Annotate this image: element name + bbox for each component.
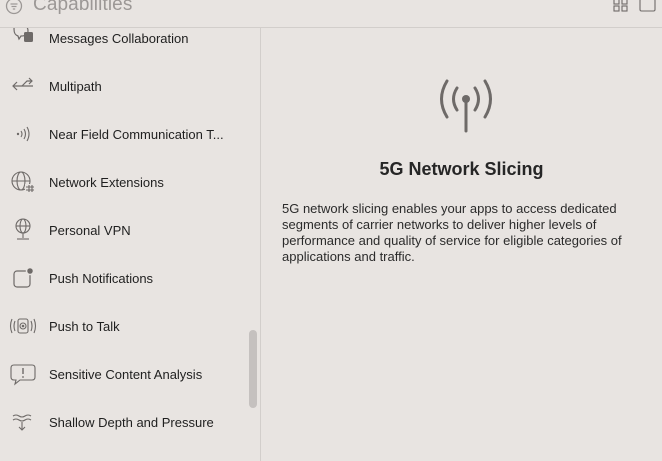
push-notifications-icon bbox=[13, 266, 35, 288]
sidebar-scrollbar-thumb[interactable] bbox=[249, 330, 257, 408]
sidebar-item-sensitive-content-analysis[interactable]: Sensitive Content Analysis bbox=[0, 350, 246, 398]
sidebar-item-label: Shallow Depth and Pressure bbox=[49, 414, 214, 430]
capability-description: 5G network slicing enables your apps to … bbox=[282, 201, 622, 264]
push-to-talk-icon bbox=[9, 318, 37, 334]
sidebar-item-network-extensions[interactable]: Network Extensions bbox=[0, 158, 246, 206]
sidebar-item-shallow-depth-pressure[interactable]: Shallow Depth and Pressure bbox=[0, 398, 246, 446]
sidebar-item-messages-collaboration[interactable]: Messages Collaboration bbox=[0, 28, 246, 62]
sidebar-item-push-notifications[interactable]: Push Notifications bbox=[0, 254, 246, 302]
grid-view-icon[interactable] bbox=[613, 0, 628, 12]
page-title: Capabilities bbox=[33, 0, 133, 15]
messages-collaboration-icon bbox=[13, 28, 33, 42]
sidebar-item-label: Near Field Communication T... bbox=[49, 126, 224, 142]
sidebar-item-label: Push Notifications bbox=[49, 270, 154, 286]
capability-title: 5G Network Slicing bbox=[379, 159, 544, 179]
sensitive-content-analysis-icon bbox=[10, 364, 36, 386]
sidebar-item-push-to-talk[interactable]: Push to Talk bbox=[0, 302, 246, 350]
network-extensions-icon bbox=[11, 171, 35, 192]
sidebar-item-personal-vpn[interactable]: Personal VPN bbox=[0, 206, 246, 254]
sidebar-item-label: Sensitive Content Analysis bbox=[49, 366, 203, 382]
antenna-icon bbox=[440, 79, 492, 133]
multipath-icon bbox=[12, 77, 33, 91]
sidebar-item-label: Personal VPN bbox=[49, 222, 131, 238]
sidebar-item-multipath[interactable]: Multipath bbox=[0, 62, 246, 110]
nfc-icon bbox=[16, 126, 30, 142]
sidebar-item-label: Push to Talk bbox=[49, 318, 120, 334]
window-layout-icon[interactable] bbox=[639, 0, 656, 12]
shallow-depth-pressure-icon bbox=[12, 414, 32, 431]
sidebar-item-label: Messages Collaboration bbox=[49, 30, 189, 46]
personal-vpn-icon bbox=[15, 218, 31, 240]
sidebar-item-label: Multipath bbox=[49, 78, 102, 94]
capabilities-sidebar: Messages Collaboration Multipath Near Fi… bbox=[0, 28, 246, 461]
sidebar-item-label: Network Extensions bbox=[49, 174, 164, 190]
capability-detail-pane: 5G Network Slicing 5G network slicing en… bbox=[261, 28, 662, 461]
capabilities-header: Capabilities bbox=[0, 0, 662, 28]
filter-icon[interactable] bbox=[5, 0, 23, 15]
sidebar-item-nfc[interactable]: Near Field Communication T... bbox=[0, 110, 246, 158]
